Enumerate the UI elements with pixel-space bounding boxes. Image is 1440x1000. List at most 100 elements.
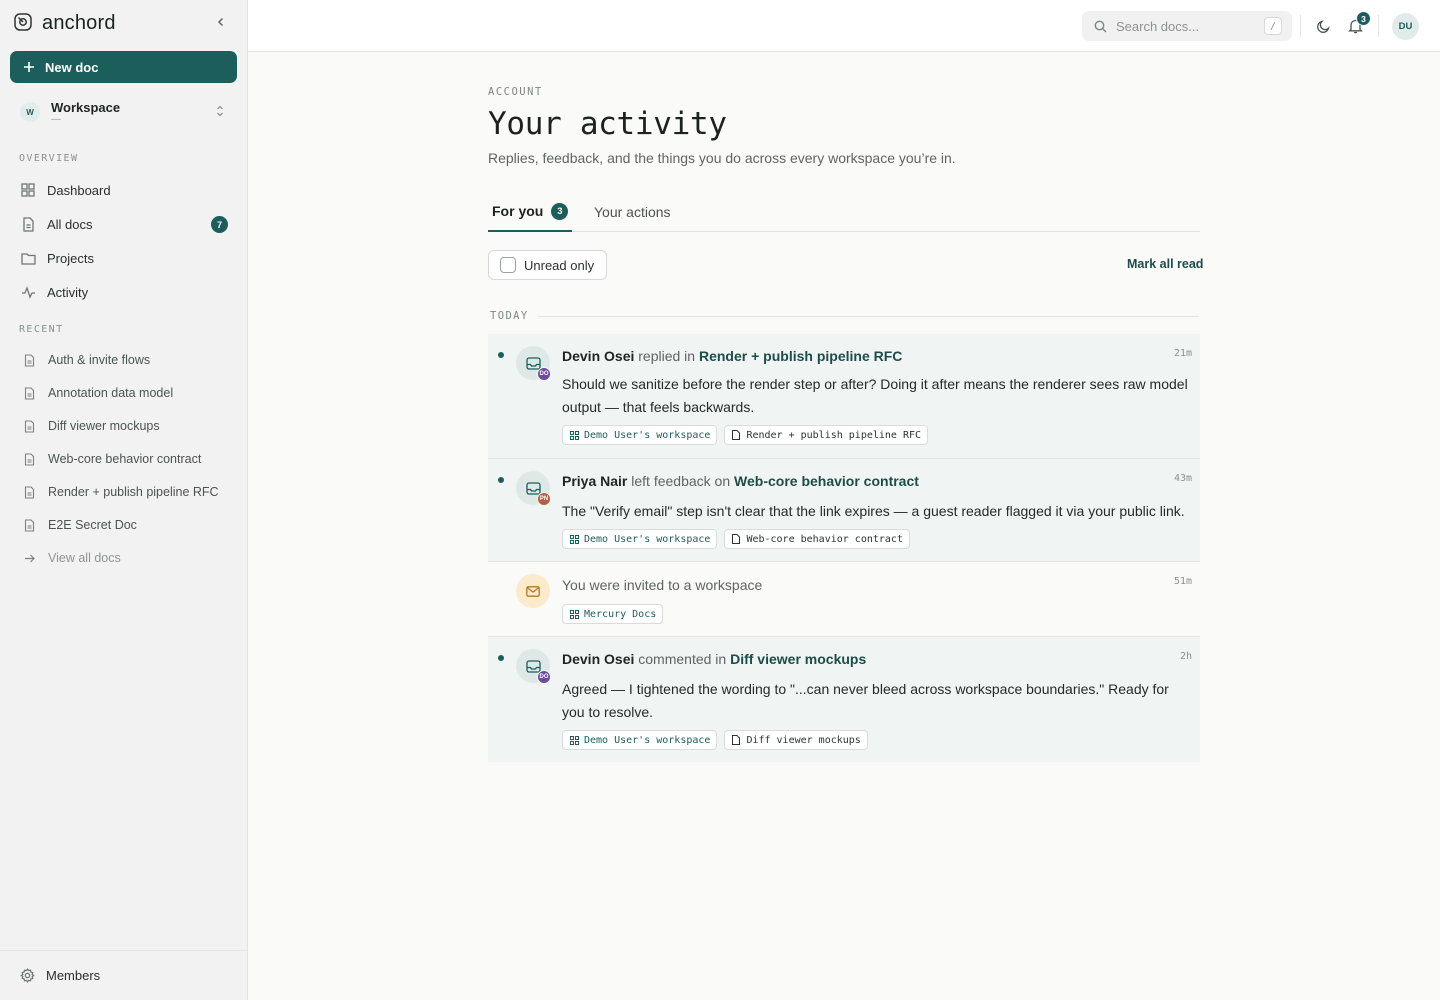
workspace-avatar: W [20,102,40,122]
workspace-chip[interactable]: Demo User's workspace [562,425,718,445]
activity-item[interactable]: You were invited to a workspace 51m Merc… [488,562,1200,637]
page-title: Your activity [488,106,727,142]
activity-tabs: For you 3 Your actions [488,192,1200,232]
chevron-updown-icon [215,104,225,121]
nav-dashboard[interactable]: Dashboard [10,175,237,205]
doc-chip[interactable]: Render + publish pipeline RFC [724,425,929,445]
activity-headline: Devin Osei commented in Diff viewer mock… [562,651,866,667]
collapse-sidebar-button[interactable] [212,13,230,31]
activity-headline: Priya Nair left feedback on Web-core beh… [562,473,919,489]
doc-icon [731,534,741,544]
workspace-chip-label: Demo User's workspace [584,533,711,545]
recent-doc-item[interactable]: Web-core behavior contract [10,445,237,473]
doc-icon [731,735,741,745]
overview-section-label: OVERVIEW [19,153,79,164]
activity-headline: You were invited to a workspace [562,577,762,593]
notifications-count-badge: 3 [1356,11,1371,26]
workspace-name: Workspace [51,100,121,115]
doc-chip[interactable]: Web-core behavior contract [724,529,910,549]
search-icon [1094,20,1107,33]
moon-icon [1316,19,1330,33]
topbar-divider [1300,15,1301,37]
activity-item[interactable]: PN Priya Nair left feedback on Web-core … [488,459,1200,562]
recent-doc-item[interactable]: Auth & invite flows [10,346,237,374]
recent-doc-item[interactable]: Render + publish pipeline RFC [10,478,237,506]
page-subtitle: Replies, feedback, and the things you do… [488,150,956,166]
anchord-logo-icon [13,12,33,35]
recent-doc-label: Annotation data model [48,386,174,400]
doc-chip-label: Diff viewer mockups [746,734,861,746]
tab-for-you-label: For you [492,203,544,219]
activity-timestamp: 21m [1173,348,1192,359]
doc-icon [22,485,36,499]
members-link[interactable]: Members [0,950,247,1000]
notifications-button[interactable]: 3 [1344,11,1371,37]
activity-doc-link[interactable]: Web-core behavior contract [734,473,919,489]
unread-only-label: Unread only [524,257,595,273]
chevron-left-icon [217,17,224,27]
recent-doc-label: Auth & invite flows [48,353,151,367]
group-label-today: TODAY [490,310,529,322]
doc-chip-label: Web-core behavior contract [746,533,903,545]
actor-name[interactable]: Devin Osei [562,651,634,667]
user-avatar[interactable]: DU [1392,13,1419,40]
nav-all-docs[interactable]: All docs 7 [10,209,237,239]
doc-chip[interactable]: Diff viewer mockups [724,730,868,750]
actor-avatar: PN [537,492,551,506]
actor-name[interactable]: Priya Nair [562,473,627,489]
activity-verb: left feedback on [631,473,731,489]
unread-indicator [498,477,504,483]
mark-all-read-button[interactable]: Mark all read [1127,257,1203,271]
brand[interactable]: anchord [13,11,116,35]
workspace-chip-label: Demo User's workspace [584,734,711,746]
activity-timestamp: 2h [1179,651,1192,662]
workspace-chip-label: Demo User's workspace [584,429,711,441]
activity-item[interactable]: DO Devin Osei replied in Render + publis… [488,334,1200,459]
nav-activity[interactable]: Activity [10,277,237,307]
theme-toggle-button[interactable] [1312,15,1334,37]
recent-doc-item[interactable]: Annotation data model [10,379,237,407]
recent-section-label: RECENT [19,324,64,335]
view-all-docs-label: View all docs [48,551,121,565]
folder-icon [20,250,36,266]
workspace-chip[interactable]: Mercury Docs [562,604,664,624]
new-doc-button[interactable]: New doc [10,51,237,83]
unread-only-checkbox[interactable] [500,257,516,273]
nav-dashboard-label: Dashboard [47,182,111,198]
mail-icon [516,574,550,608]
doc-icon [22,518,36,532]
unread-indicator [498,352,504,358]
all-docs-count-badge: 7 [211,216,228,233]
nav-projects[interactable]: Projects [10,243,237,273]
workspace-chip-label: Mercury Docs [584,608,657,620]
actor-name[interactable]: Devin Osei [562,348,634,364]
doc-icon [22,419,36,433]
activity-verb: replied in [638,348,696,364]
recent-doc-label: Diff viewer mockups [48,419,160,433]
members-label: Members [46,968,101,983]
activity-headline: Devin Osei replied in Render + publish p… [562,348,902,364]
new-doc-label: New doc [45,59,99,75]
view-all-docs-link[interactable]: View all docs [10,544,237,572]
inbox-icon: PN [516,471,551,506]
recent-doc-item[interactable]: Diff viewer mockups [10,412,237,440]
activity-item[interactable]: DO Devin Osei commented in Diff viewer m… [488,637,1200,762]
activity-body: Agreed — I tightened the wording to "...… [562,681,1169,720]
activity-text: You were invited to a workspace [562,577,763,593]
workspace-chip[interactable]: Demo User's workspace [562,730,718,750]
activity-doc-link[interactable]: Diff viewer mockups [730,651,866,667]
tab-for-you[interactable]: For you 3 [488,192,573,232]
grid-icon [569,609,579,619]
doc-icon [22,353,36,367]
activity-doc-link[interactable]: Render + publish pipeline RFC [699,348,902,364]
recent-doc-label: Render + publish pipeline RFC [48,485,219,499]
unread-only-toggle[interactable]: Unread only [488,250,607,280]
tab-for-you-count: 3 [551,202,569,220]
workspace-switcher[interactable]: W Workspace — [10,94,237,130]
gear-icon [20,968,35,983]
search-input[interactable]: Search docs... / [1082,11,1292,41]
grid-icon [569,534,579,544]
recent-doc-item[interactable]: E2E Secret Doc [10,511,237,539]
workspace-chip[interactable]: Demo User's workspace [562,529,718,549]
tab-your-actions[interactable]: Your actions [594,192,671,232]
